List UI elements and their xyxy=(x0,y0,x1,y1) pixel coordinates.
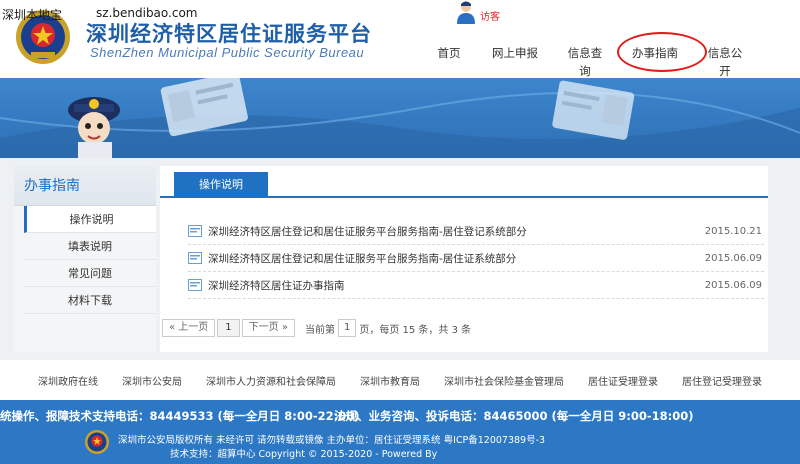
link-sz-police[interactable]: 深圳市公安局 xyxy=(110,373,194,388)
document-icon xyxy=(188,225,202,237)
link-sz-education[interactable]: 深圳市教育局 xyxy=(348,373,432,388)
document-icon xyxy=(188,252,202,264)
document-icon xyxy=(188,279,202,291)
list-item[interactable]: 深圳经济特区居住证办事指南 2015.06.09 xyxy=(188,272,764,299)
user-name: 访客 xyxy=(480,12,500,23)
police-emblem-icon xyxy=(85,430,109,454)
banner xyxy=(0,78,800,158)
page-info-label: 当前第 xyxy=(304,324,335,336)
page-number-button[interactable]: 1 xyxy=(217,319,240,337)
link-sz-social-insurance[interactable]: 深圳市社会保险基金管理局 xyxy=(432,373,576,388)
list-item[interactable]: 深圳经济特区居住登记和居住证服务平台服务指南-居住证系统部分 2015.06.0… xyxy=(188,245,764,272)
user-box[interactable]: 访客 xyxy=(455,0,500,24)
footer-copyright: 深圳市公安局版权所有 未经许可 请勿转载或镜像 主办单位：居住证受理系统 粤IC… xyxy=(118,435,546,446)
footer-hotlines: 统操作、报障技术支持电话：84449533 (每一全月日 8:00-22:00)… xyxy=(0,408,694,424)
watermark: 深圳本地宝 sz.bendibao.com xyxy=(2,6,197,23)
nav-online-apply[interactable]: 网上申报 xyxy=(478,44,552,62)
content-panel: 操作说明 深圳经济特区居住登记和居住证服务平台服务指南-居住登记系统部分 201… xyxy=(160,166,768,352)
watermark-brand: 深圳本地宝 xyxy=(2,8,63,22)
tab-bar: 操作说明 xyxy=(160,166,768,198)
tech-support-hotline: 统操作、报障技术支持电话：84449533 (每一全月日 8:00-22:00) xyxy=(0,409,360,423)
main-nav: 首页 网上申报 信息查询 办事指南 信息公开 xyxy=(420,44,758,78)
sidebar-item-downloads[interactable]: 材料下载 xyxy=(24,287,156,314)
sidebar: 办事指南 操作说明 填表说明 常见问题 材料下载 xyxy=(14,166,156,352)
prev-page-button[interactable]: « 上一页 xyxy=(162,319,216,337)
sidebar-title: 办事指南 xyxy=(14,166,156,206)
list-item-title[interactable]: 深圳经济特区居住登记和居住证服务平台服务指南-居住登记系统部分 xyxy=(208,224,702,239)
list-item-title[interactable]: 深圳经济特区居住证办事指南 xyxy=(208,278,702,293)
list-item-title[interactable]: 深圳经济特区居住登记和居住证服务平台服务指南-居住证系统部分 xyxy=(208,251,702,266)
link-sz-hr[interactable]: 深圳市人力资源和社会保障局 xyxy=(194,373,348,388)
nav-home[interactable]: 首页 xyxy=(420,44,478,62)
site-header: 深圳本地宝 sz.bendibao.com 深圳经济特区居住证服务平台 Shen… xyxy=(0,0,800,78)
main-area: 办事指南 操作说明 填表说明 常见问题 材料下载 操作说明 深圳经济特区居住登记… xyxy=(0,158,800,360)
link-residence-permit-login[interactable]: 居住证受理登录 xyxy=(576,373,670,388)
list-item[interactable]: 深圳经济特区居住登记和居住证服务平台服务指南-居住登记系统部分 2015.10.… xyxy=(188,218,764,245)
sidebar-item-faq[interactable]: 常见问题 xyxy=(24,260,156,287)
highlight-circle xyxy=(617,32,707,72)
footer-tech-support: 技术支持：超算中心 Copyright © 2015-2020 - Powere… xyxy=(170,449,438,460)
page-jump-input[interactable]: 1 xyxy=(337,319,357,337)
site-subtitle: ShenZhen Municipal Public Security Burea… xyxy=(90,45,365,60)
consult-hotline: 法规、业务咨询、投诉电话：84465000 (每一全月日 9:00-18:00) xyxy=(334,409,694,423)
user-avatar-icon xyxy=(457,1,475,24)
list-item-date: 2015.06.09 xyxy=(704,252,762,264)
friend-links: 深圳政府在线 深圳市公安局 深圳市人力资源和社会保障局 深圳市教育局 深圳市社会… xyxy=(0,360,800,400)
nav-info-query[interactable]: 信息查询 xyxy=(552,44,618,78)
sidebar-item-form-help[interactable]: 填表说明 xyxy=(24,233,156,260)
pagination: « 上一页 1 下一页 » 当前第 1 页，每页 15 条，共 3 条 xyxy=(162,319,471,337)
article-list: 深圳经济特区居住登记和居住证服务平台服务指南-居住登记系统部分 2015.10.… xyxy=(188,218,764,299)
link-sz-gov[interactable]: 深圳政府在线 xyxy=(26,373,110,388)
page-info: 当前第 1 页，每页 15 条，共 3 条 xyxy=(305,319,471,337)
footer: 统操作、报障技术支持电话：84449533 (每一全月日 8:00-22:00)… xyxy=(0,400,800,464)
next-page-button[interactable]: 下一页 » xyxy=(241,319,295,337)
page-info-summary: 页，每页 15 条，共 3 条 xyxy=(359,324,472,336)
list-item-date: 2015.10.21 xyxy=(704,225,762,237)
list-item-date: 2015.06.09 xyxy=(704,279,762,291)
watermark-url: sz.bendibao.com xyxy=(96,6,198,20)
tab-instructions[interactable]: 操作说明 xyxy=(174,172,268,198)
link-residence-registration-login[interactable]: 居住登记受理登录 xyxy=(670,373,774,388)
banner-illustration xyxy=(0,78,800,158)
sidebar-item-instructions[interactable]: 操作说明 xyxy=(24,206,156,233)
